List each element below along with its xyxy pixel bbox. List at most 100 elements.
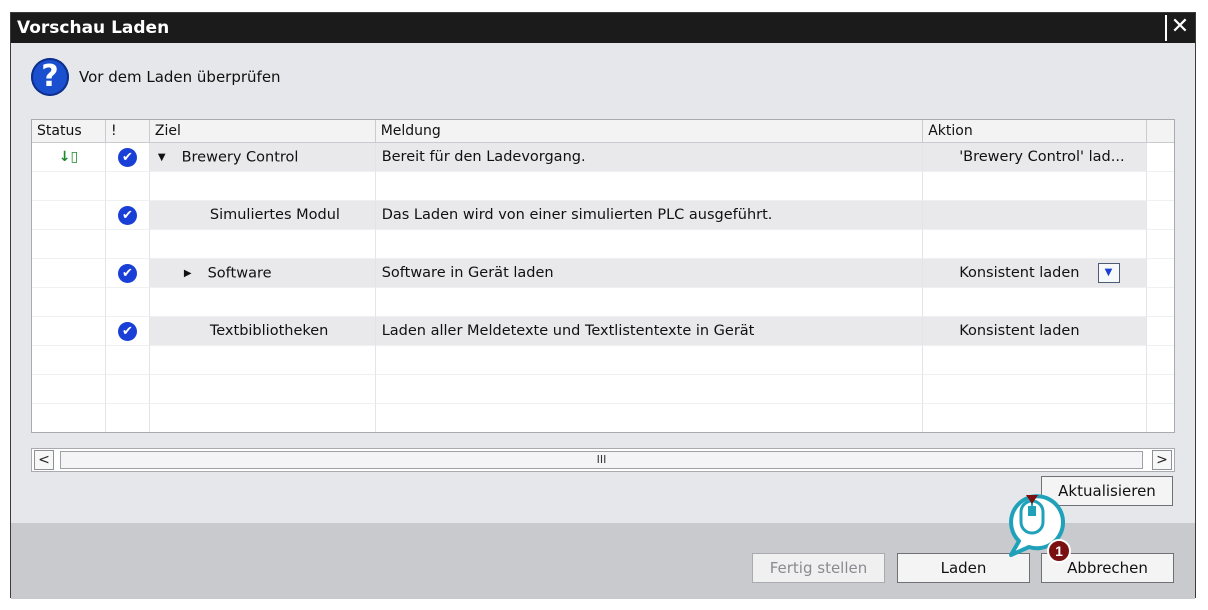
finish-button[interactable]: Fertig stellen <box>752 553 885 583</box>
mouse-click-callout-icon: 1 <box>1009 494 1071 563</box>
horizontal-scrollbar[interactable]: < III > <box>31 448 1175 472</box>
status-cell <box>32 317 106 346</box>
tree-collapse-icon[interactable]: ▼ <box>158 152 166 163</box>
check-cell: ✔ <box>105 259 150 288</box>
status-cell <box>32 201 106 230</box>
table-row[interactable] <box>32 288 1174 317</box>
table-row[interactable]: ✔ Textbibliotheken Laden aller Meldetexte … <box>32 317 1174 346</box>
message-cell: Bereit für den Ladevorgang. <box>375 143 924 172</box>
message-cell <box>375 288 924 317</box>
target-cell: ▼ Brewery Control <box>149 143 376 172</box>
spacer-cell <box>1147 375 1174 404</box>
table-body: ↓▯ ✔ ▼ Brewery Control Bereit für den Ladevo… <box>32 143 1174 432</box>
check-circle-icon: ✔ <box>117 147 137 167</box>
scroll-left-arrow-icon[interactable]: < <box>34 450 54 470</box>
close-button[interactable]: ✕ <box>1165 15 1193 41</box>
action-cell[interactable]: 'Brewery Control' lad... <box>923 143 1148 172</box>
check-cell <box>105 288 150 317</box>
check-cell <box>105 375 150 404</box>
column-header-message[interactable]: Meldung <box>376 120 924 142</box>
target-label: Software <box>207 265 272 282</box>
spacer-cell <box>1147 404 1174 432</box>
column-header-action[interactable]: Aktion <box>923 120 1148 142</box>
scroll-right-arrow-icon[interactable]: > <box>1152 450 1172 470</box>
column-header-target[interactable]: Ziel <box>150 120 376 142</box>
spacer-cell <box>1147 259 1174 288</box>
message-cell: Software in Gerät laden <box>375 259 924 288</box>
check-cell: ✔ <box>105 317 150 346</box>
table-row[interactable] <box>32 375 1174 404</box>
status-cell <box>32 288 106 317</box>
spacer-cell <box>1147 143 1174 172</box>
action-cell[interactable]: Konsistent laden <box>923 317 1148 346</box>
header-text: Vor dem Laden überprüfen <box>79 68 281 86</box>
message-cell: Das Laden wird von einer simulierten PLC… <box>375 201 924 230</box>
check-cell <box>105 230 150 259</box>
table-row[interactable]: ↓▯ ✔ ▼ Brewery Control Bereit für den Ladevo… <box>32 143 1174 172</box>
status-cell <box>32 404 106 432</box>
action-cell <box>923 375 1148 404</box>
spacer-cell <box>1147 346 1174 375</box>
table-row[interactable] <box>32 172 1174 201</box>
action-cell <box>923 288 1148 317</box>
download-status-icon: ↓▯ <box>58 149 79 165</box>
callout-number: 1 <box>1055 543 1063 559</box>
target-cell <box>149 230 376 259</box>
table-header: Status ! Ziel Meldung Aktion <box>32 120 1174 143</box>
table-row[interactable] <box>32 346 1174 375</box>
check-circle-icon: ✔ <box>117 205 137 225</box>
action-cell <box>923 404 1148 432</box>
column-header-status[interactable]: Status <box>32 120 106 142</box>
table-row[interactable]: ✔ ▶ Software Software in Gerät laden Konsist… <box>32 259 1174 288</box>
table-row[interactable] <box>32 230 1174 259</box>
message-cell <box>375 375 924 404</box>
action-label: Konsistent laden <box>959 323 1080 339</box>
check-circle-icon: ✔ <box>117 263 137 283</box>
tree-expand-icon[interactable]: ▶ <box>184 268 192 279</box>
question-icon: ? <box>31 58 69 96</box>
action-cell <box>923 172 1148 201</box>
dialog-title: Vorschau Laden <box>17 18 170 38</box>
action-cell[interactable]: Konsistent laden ▼ <box>923 259 1148 288</box>
target-cell <box>149 172 376 201</box>
action-label: Konsistent laden <box>959 265 1080 281</box>
status-cell <box>32 172 106 201</box>
spacer-cell <box>1147 201 1174 230</box>
message-cell <box>375 172 924 201</box>
spacer-cell <box>1147 172 1174 201</box>
action-cell <box>923 230 1148 259</box>
message-cell <box>375 230 924 259</box>
status-cell <box>32 230 106 259</box>
action-cell <box>923 346 1148 375</box>
target-label: Brewery Control <box>181 149 299 166</box>
check-cell <box>105 172 150 201</box>
status-cell: ↓▯ <box>32 143 106 172</box>
message-cell: Laden aller Meldetexte und Textlistentex… <box>375 317 924 346</box>
check-circle-icon: ✔ <box>117 321 137 341</box>
table-row[interactable] <box>32 404 1174 432</box>
target-cell: ▶ Software <box>149 259 376 288</box>
target-label: Simuliertes Modul <box>209 207 340 223</box>
target-cell: Simuliertes Modul <box>149 201 376 230</box>
action-label: 'Brewery Control' lad... <box>959 149 1125 165</box>
message-cell <box>375 346 924 375</box>
action-dropdown-icon[interactable]: ▼ <box>1097 263 1120 283</box>
target-cell <box>149 375 376 404</box>
spacer-cell <box>1147 317 1174 346</box>
target-cell <box>150 404 376 432</box>
spacer-cell <box>1147 288 1174 317</box>
column-header-alert[interactable]: ! <box>106 120 150 142</box>
load-preview-table: Status ! Ziel Meldung Aktion ↓▯ ✔ ▼ Brewery… <box>31 119 1175 433</box>
load-preview-dialog: Vorschau Laden ✕ ? Vor dem Laden überprü… <box>10 12 1196 599</box>
dialog-titlebar: Vorschau Laden ✕ <box>11 13 1195 43</box>
status-cell <box>32 375 106 404</box>
message-cell <box>376 404 924 432</box>
table-row[interactable]: ✔ Simuliertes Modul Das Laden wird von ein… <box>32 201 1174 230</box>
target-cell <box>149 288 376 317</box>
scrollbar-thumb[interactable]: III <box>60 451 1143 469</box>
check-cell: ✔ <box>105 143 150 172</box>
check-cell <box>105 346 150 375</box>
check-cell: ✔ <box>105 201 150 230</box>
action-cell <box>923 201 1148 230</box>
spacer-cell <box>1147 230 1174 259</box>
